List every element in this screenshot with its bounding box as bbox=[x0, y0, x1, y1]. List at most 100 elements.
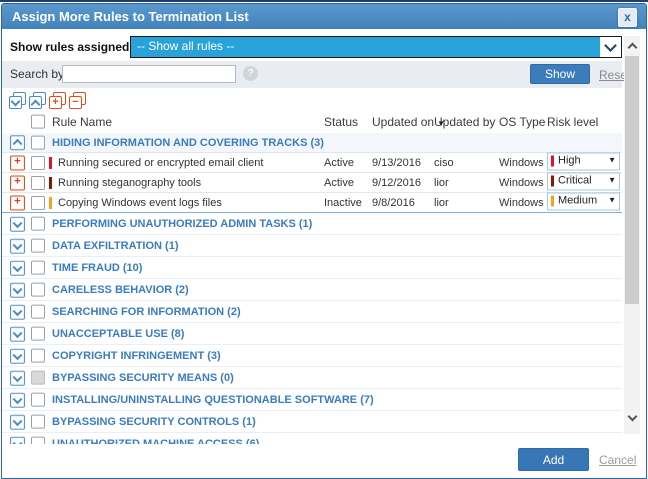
rule-updated-on: 9/8/2016 bbox=[372, 197, 415, 209]
search-input[interactable] bbox=[62, 65, 236, 83]
category-row: CARELESS BEHAVIOR (2) bbox=[2, 279, 622, 301]
category-checkbox[interactable] bbox=[31, 393, 45, 407]
category-checkbox[interactable] bbox=[31, 136, 45, 150]
rule-checkbox[interactable] bbox=[31, 176, 45, 190]
expand-group-icon[interactable] bbox=[10, 327, 25, 342]
expand-all-rules-icon[interactable]: + bbox=[49, 92, 66, 109]
category-row: BYPASSING SECURITY MEANS (0) bbox=[2, 367, 622, 389]
category-checkbox[interactable] bbox=[31, 349, 45, 363]
category-label: SEARCHING FOR INFORMATION (2) bbox=[52, 306, 241, 318]
category-label: CARELESS BEHAVIOR (2) bbox=[52, 284, 189, 296]
risk-color-bar bbox=[49, 177, 52, 189]
category-row: UNACCEPTABLE USE (8) bbox=[2, 323, 622, 345]
rule-status: Inactive bbox=[324, 197, 362, 209]
check-all-groups-icon[interactable] bbox=[9, 92, 26, 109]
cancel-link[interactable]: Cancel bbox=[599, 453, 636, 467]
category-checkbox[interactable] bbox=[31, 217, 45, 231]
rules-filter-select[interactable]: -- Show all rules -- bbox=[130, 36, 622, 58]
col-os-type: OS Type bbox=[499, 115, 545, 129]
col-risk-level: Risk level bbox=[547, 115, 598, 129]
category-checkbox[interactable] bbox=[31, 415, 45, 429]
rules-list: HIDING INFORMATION AND COVERING TRACKS (… bbox=[2, 133, 622, 444]
risk-color-bar bbox=[551, 175, 554, 186]
category-row: BYPASSING SECURITY CONTROLS (1) bbox=[2, 411, 622, 433]
risk-color-bar bbox=[551, 155, 554, 166]
category-checkbox[interactable] bbox=[31, 239, 45, 253]
risk-level-select[interactable]: High ▼ bbox=[547, 152, 620, 170]
col-status: Status bbox=[324, 115, 358, 129]
category-row: DATA EXFILTRATION (1) bbox=[2, 235, 622, 257]
expand-group-icon[interactable] bbox=[10, 283, 25, 298]
category-label: BYPASSING SECURITY CONTROLS (1) bbox=[52, 416, 256, 428]
rule-name: Copying Windows event logs files bbox=[58, 197, 222, 209]
search-bar: Search by: ? Show Reset bbox=[2, 61, 622, 88]
category-row: COPYRIGHT INFRINGEMENT (3) bbox=[2, 345, 622, 367]
expand-group-icon[interactable] bbox=[10, 371, 25, 386]
rule-os-type: Windows bbox=[499, 197, 544, 209]
expand-group-icon[interactable] bbox=[10, 349, 25, 364]
rule-name: Running steganography tools bbox=[58, 177, 201, 189]
risk-color-bar bbox=[551, 195, 554, 206]
expand-rule-icon[interactable]: + bbox=[10, 155, 25, 170]
category-checkbox[interactable] bbox=[31, 305, 45, 319]
category-row: INSTALLING/UNINSTALLING QUESTIONABLE SOF… bbox=[2, 389, 622, 411]
select-all-checkbox[interactable] bbox=[31, 115, 45, 129]
caret-down-icon: ▼ bbox=[608, 195, 616, 204]
close-icon: x bbox=[624, 11, 631, 23]
expand-group-icon[interactable] bbox=[10, 305, 25, 320]
scrollbar-thumb[interactable] bbox=[625, 56, 639, 304]
close-button[interactable]: x bbox=[618, 8, 637, 27]
expand-rule-icon[interactable]: + bbox=[10, 195, 25, 210]
col-updated-by: Updated by bbox=[434, 115, 495, 129]
category-label: UNAUTHORIZED MACHINE ACCESS (6) bbox=[52, 438, 259, 445]
help-icon: ? bbox=[243, 66, 258, 81]
rule-status: Active bbox=[324, 157, 354, 169]
add-button[interactable]: Add bbox=[518, 448, 589, 471]
risk-level-select[interactable]: Medium ▼ bbox=[547, 192, 620, 210]
rule-name: Running secured or encrypted email clien… bbox=[58, 157, 263, 169]
show-button[interactable]: Show bbox=[530, 64, 590, 84]
category-checkbox[interactable] bbox=[31, 283, 45, 297]
risk-level-select[interactable]: Critical ▼ bbox=[547, 172, 620, 190]
rule-updated-on: 9/12/2016 bbox=[372, 177, 421, 189]
category-checkbox[interactable] bbox=[31, 261, 45, 275]
rule-checkbox[interactable] bbox=[31, 196, 45, 210]
expand-group-icon[interactable] bbox=[10, 437, 25, 444]
category-checkbox[interactable] bbox=[31, 327, 45, 341]
category-label: TIME FRAUD (10) bbox=[52, 262, 142, 274]
expand-group-icon[interactable] bbox=[10, 239, 25, 254]
dialog-titlebar: Assign More Rules to Termination List x bbox=[2, 4, 646, 29]
risk-level-value: High bbox=[558, 154, 581, 166]
collapse-group-icon[interactable] bbox=[10, 135, 25, 150]
expand-group-icon[interactable] bbox=[10, 261, 25, 276]
rule-updated-on: 9/13/2016 bbox=[372, 157, 421, 169]
expand-rule-icon[interactable]: + bbox=[10, 175, 25, 190]
category-row: SEARCHING FOR INFORMATION (2) bbox=[2, 301, 622, 323]
filter-label: Show rules assigned to bbox=[10, 40, 144, 54]
scroll-up-icon[interactable] bbox=[624, 38, 640, 54]
col-rule-name: Rule Name bbox=[52, 115, 112, 129]
expand-group-icon[interactable] bbox=[10, 217, 25, 232]
expand-group-icon[interactable] bbox=[10, 393, 25, 408]
category-checkbox[interactable] bbox=[31, 437, 45, 444]
window-top-edge bbox=[0, 0, 648, 2]
caret-down-icon: ▼ bbox=[608, 175, 616, 184]
risk-color-bar bbox=[49, 157, 52, 169]
selected-filter-option: -- Show all rules -- bbox=[137, 39, 234, 53]
scroll-down-icon[interactable] bbox=[624, 410, 640, 426]
risk-color-bar bbox=[49, 197, 52, 209]
vertical-scrollbar[interactable] bbox=[624, 36, 640, 434]
rule-checkbox[interactable] bbox=[31, 156, 45, 170]
category-row: TIME FRAUD (10) bbox=[2, 257, 622, 279]
collapse-all-groups-icon[interactable] bbox=[29, 92, 46, 109]
dialog-title: Assign More Rules to Termination List bbox=[12, 9, 249, 24]
table-header: Rule Name Status Updated on▼ Updated by … bbox=[2, 110, 622, 134]
category-checkbox-disabled bbox=[31, 371, 45, 385]
rule-row: + Running secured or encrypted email cli… bbox=[2, 153, 622, 173]
collapse-all-rules-icon[interactable]: − bbox=[69, 92, 86, 109]
risk-level-value: Medium bbox=[558, 194, 597, 206]
rule-status: Active bbox=[324, 177, 354, 189]
expand-group-icon[interactable] bbox=[10, 415, 25, 430]
rule-os-type: Windows bbox=[499, 177, 544, 189]
category-label: BYPASSING SECURITY MEANS (0) bbox=[52, 372, 234, 384]
